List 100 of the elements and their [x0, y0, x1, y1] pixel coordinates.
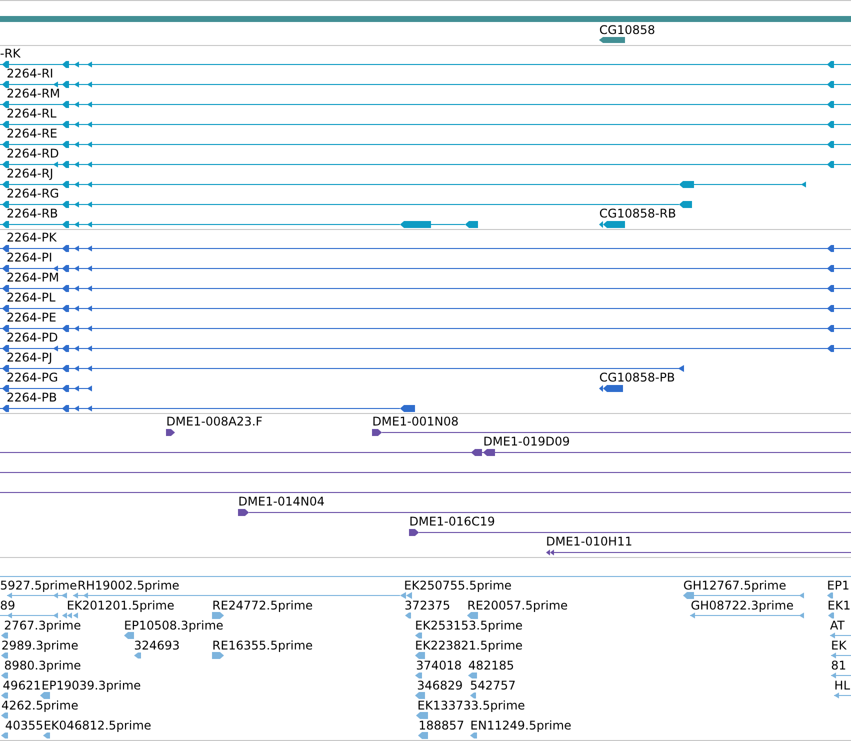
feature-label: 2264-RB [6, 206, 58, 220]
transcript-feature[interactable] [0, 101, 851, 108]
feature-label: DME1-008A23.F [166, 414, 263, 428]
transcript-feature[interactable] [0, 61, 851, 68]
feature-label: GH12767.5prime [683, 578, 786, 592]
feature-label: CG10858-RB [599, 206, 676, 220]
protein-feature[interactable] [0, 405, 415, 412]
est-feature[interactable] [40, 692, 50, 699]
feature-label: EK250755.5prime [404, 578, 512, 592]
clone-feature[interactable] [372, 429, 851, 436]
protein-feature[interactable] [0, 325, 851, 332]
feature-label: EK046812.5prime [44, 718, 152, 732]
protein-feature[interactable] [0, 365, 684, 372]
est-feature[interactable] [470, 732, 477, 738]
feature-label: CG10858-PB [599, 370, 675, 384]
est-feature[interactable] [468, 672, 477, 678]
clone-feature[interactable] [238, 509, 851, 516]
feature-label: 324693 [134, 638, 180, 652]
feature-label: -RK [0, 46, 21, 60]
feature-label: 2264-PK [6, 230, 57, 244]
est-feature[interactable] [1, 712, 8, 718]
feature-label: HL [834, 678, 850, 692]
transcript-feature[interactable] [0, 221, 478, 228]
est-feature[interactable] [830, 632, 851, 638]
est-feature[interactable] [1, 652, 8, 658]
feature-label: 2989.3prime [1, 638, 78, 652]
est-feature[interactable] [212, 612, 224, 619]
clone-feature[interactable] [546, 550, 851, 556]
est-feature[interactable] [827, 592, 833, 598]
est-feature[interactable] [834, 692, 851, 698]
est-feature[interactable] [415, 632, 422, 638]
transcript-feature[interactable] [599, 221, 625, 228]
protein-feature[interactable] [599, 385, 623, 392]
protein-feature[interactable] [0, 245, 851, 252]
est-feature[interactable] [416, 712, 428, 719]
feature-label: DME1-010H11 [546, 534, 632, 548]
est-feature[interactable] [690, 612, 804, 618]
clone-feature[interactable] [471, 449, 495, 456]
feature-label: EP10508.3prime [124, 618, 224, 632]
feature-label: DME1-016C19 [409, 514, 495, 528]
feature-label: DME1-019D09 [483, 434, 570, 448]
feature-label: 2264-PD [6, 330, 58, 344]
est-feature[interactable] [43, 732, 50, 738]
est-feature[interactable] [400, 592, 412, 599]
clone-feature[interactable] [409, 529, 851, 536]
est-feature[interactable] [683, 592, 804, 599]
est-feature[interactable] [212, 652, 224, 659]
est-feature[interactable] [415, 692, 425, 699]
est-feature[interactable] [418, 732, 428, 739]
est-feature[interactable] [134, 652, 141, 658]
protein-feature[interactable] [0, 305, 851, 312]
feature-label: EK1 [828, 598, 851, 612]
feature-label: EP19039.3prime [42, 678, 141, 692]
feature-label: RE16355.5prime [212, 638, 313, 652]
transcript-feature[interactable] [0, 141, 851, 148]
transcript-feature[interactable] [0, 81, 851, 88]
est-feature[interactable] [124, 632, 134, 639]
est-feature[interactable] [415, 652, 425, 659]
est-feature[interactable] [72, 592, 400, 598]
est-feature[interactable] [1, 632, 8, 638]
est-feature[interactable] [1, 672, 8, 678]
protein-feature[interactable] [0, 345, 851, 352]
feature-label: 49621 [2, 678, 41, 692]
est-feature[interactable] [830, 672, 851, 678]
feature-label: EN11249.5prime [470, 718, 572, 732]
est-feature[interactable] [830, 652, 851, 658]
est-feature[interactable] [470, 692, 476, 698]
transcript-feature[interactable] [0, 181, 806, 188]
feature-label: AT [830, 618, 845, 632]
transcript-feature[interactable] [0, 161, 851, 168]
est-feature[interactable] [828, 612, 834, 618]
est-feature[interactable] [62, 612, 78, 618]
feature-label: 2264-RD [6, 146, 60, 160]
est-feature[interactable] [1, 732, 8, 738]
feature-label: 2264-PJ [6, 350, 52, 364]
feature-label: RH19002.5prime [78, 578, 180, 592]
feature-label: 8980.3prime [4, 658, 82, 672]
protein-feature[interactable] [0, 385, 92, 392]
feature-label: 81 [831, 658, 846, 672]
protein-feature[interactable] [0, 285, 851, 292]
est-feature[interactable] [405, 612, 411, 618]
feature-label: RE24772.5prime [212, 598, 313, 612]
est-feature[interactable] [467, 612, 478, 619]
feature-label: EK223821.5prime [415, 638, 523, 652]
est-feature[interactable] [415, 672, 422, 678]
clone-feature[interactable] [166, 429, 175, 436]
feature-label: DME1-001N08 [372, 414, 459, 428]
feature-label: 2264-PM [6, 270, 60, 284]
feature-label: EK [831, 638, 846, 652]
protein-feature[interactable] [0, 265, 851, 272]
feature-label: 2264-PI [6, 250, 52, 264]
transcript-feature[interactable] [0, 121, 851, 128]
transcript-feature[interactable] [0, 201, 692, 208]
feature-label: 2767.3prime [4, 618, 81, 632]
gene-feature[interactable] [599, 37, 625, 43]
est-feature[interactable] [0, 612, 58, 618]
feature-label: RE20057.5prime [467, 598, 568, 612]
est-feature[interactable] [6, 592, 68, 598]
feature-label: 2264-RL [6, 106, 56, 120]
est-feature[interactable] [1, 692, 8, 698]
